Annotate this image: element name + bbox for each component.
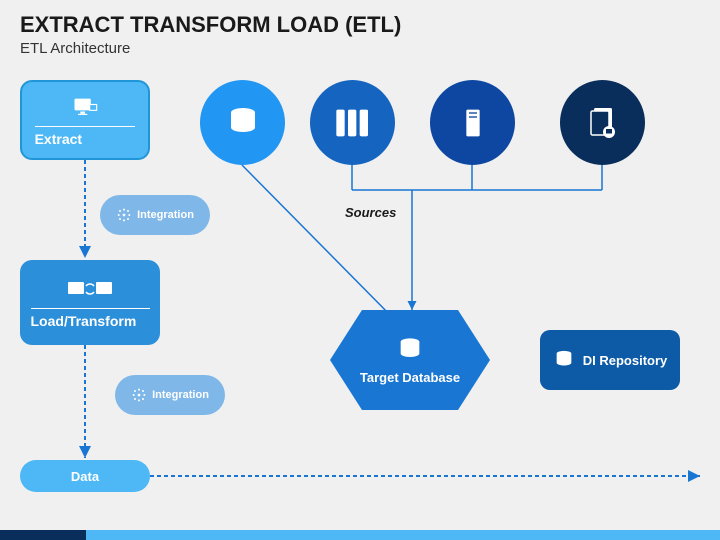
database-icon: [396, 336, 424, 364]
source-database-icon: [200, 80, 285, 165]
load-transform-label: Load/Transform: [31, 308, 150, 329]
page-title: EXTRACT TRANSFORM LOAD (ETL): [0, 0, 720, 40]
page-subtitle: ETL Architecture: [0, 40, 720, 65]
data-box: Data: [20, 460, 150, 492]
di-repository-box: DI Repository: [540, 330, 680, 390]
repo-label: DI Repository: [583, 353, 668, 368]
extract-label: Extract: [35, 126, 136, 147]
database-icon: [553, 349, 575, 371]
source-servers-icon: [310, 80, 395, 165]
integration-badge-1: Integration: [100, 195, 210, 235]
source-secure-docs-icon: [560, 80, 645, 165]
sources-label: Sources: [345, 205, 396, 220]
extract-box: Extract: [20, 80, 150, 160]
target-database-box: Target Database: [330, 310, 490, 410]
diagram-canvas: Extract Sources Integration Load/Transfo…: [0, 65, 720, 525]
load-transform-box: Load/Transform: [20, 260, 160, 345]
monitor-icon: [71, 94, 99, 122]
network-icon: [116, 207, 132, 223]
sync-monitors-icon: [66, 276, 114, 304]
target-label: Target Database: [360, 370, 460, 385]
integration-badge-2: Integration: [115, 375, 225, 415]
source-server-icon: [430, 80, 515, 165]
footer-bar: [0, 530, 720, 540]
data-label: Data: [71, 469, 99, 484]
network-icon: [131, 387, 147, 403]
